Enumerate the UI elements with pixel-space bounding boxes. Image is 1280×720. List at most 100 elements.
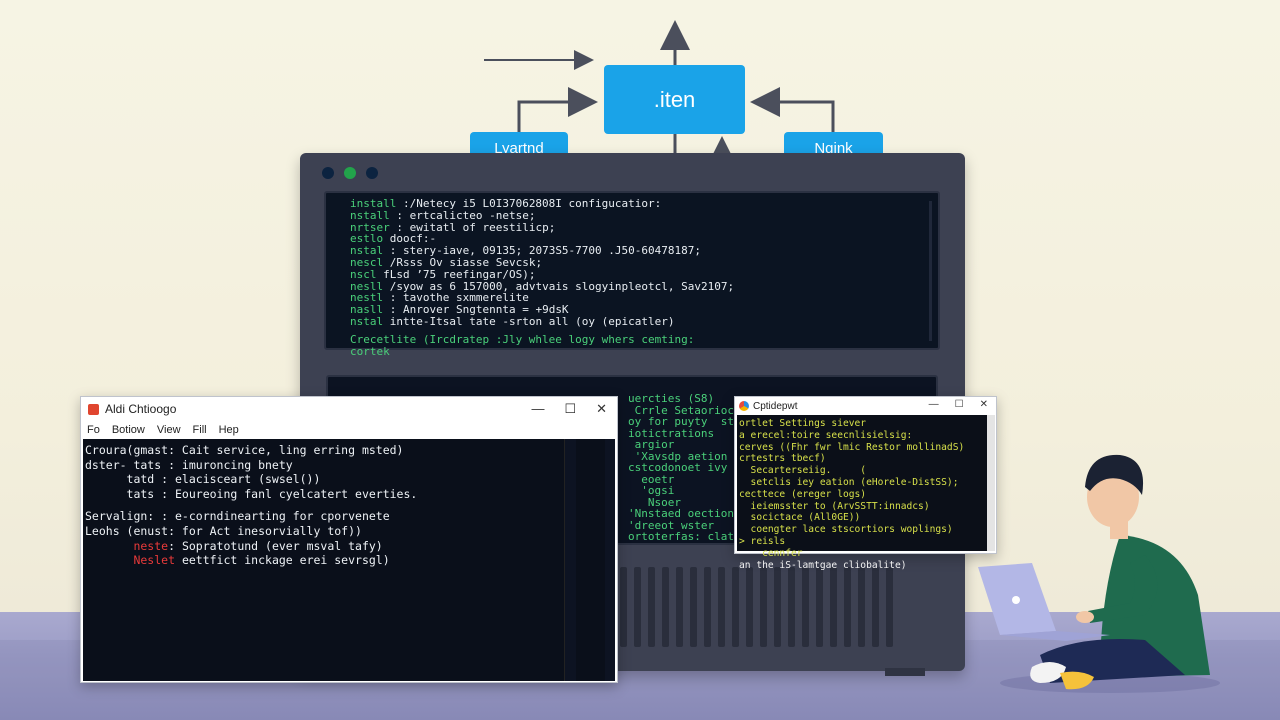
status-light-off [366, 167, 378, 179]
config-line: cennfer [739, 547, 803, 559]
menu-item[interactable]: Fill [193, 424, 207, 436]
vent-slot [718, 567, 725, 647]
terminal-text: Leohs (enust: for Act inesorvially tof)) [85, 523, 362, 538]
config-line: coengter lace stscortiors woplings) [739, 524, 953, 536]
vent-slot [802, 567, 809, 647]
terminal-line: nrtser : ewitatl of reestilicp; [350, 221, 938, 234]
vent-slot [858, 567, 865, 647]
panel-line: uercties (S8) [628, 392, 715, 405]
vent-slot [886, 567, 893, 647]
config-window[interactable]: Cptidepwt — ☐ ✕ ortlet Settings siever a … [734, 396, 997, 571]
terminal-command: nstal [350, 314, 384, 328]
menu-bar: Fo Botiow View Fill Hep [81, 421, 617, 438]
terminal-line: nstal intte-Itsal tate -srton all (oy (e… [350, 316, 938, 328]
terminal-text: dster- tats : imuroncing bnety [85, 457, 293, 472]
terminal-line: Neslet eettfict inckage erei sevrsgl) [85, 553, 615, 568]
config-line: a erecel:toire seecnlisielsig: [739, 429, 913, 441]
terminal-window[interactable]: Aldi Chtioogo — ☐ ✕ Fo Botiow View Fill … [80, 396, 618, 683]
vent-slot [648, 567, 655, 647]
vent-slot [704, 567, 711, 647]
close-icon[interactable]: ✕ [596, 401, 607, 417]
vent-slot [774, 567, 781, 647]
panel-line: 'ogsi [628, 484, 675, 497]
menu-item[interactable]: View [157, 424, 181, 436]
app-icon [88, 403, 99, 415]
terminal-line: Croura(gmast: Cait service, ling erring … [85, 443, 615, 458]
vent-slot [788, 567, 795, 647]
status-light-on [344, 167, 356, 179]
terminal-line: Servalign: : e-corndinearting for cporve… [85, 509, 615, 524]
arrow-left-to-center [517, 87, 598, 132]
vent-slot [634, 567, 641, 647]
error-prefix: Neslet [85, 553, 176, 568]
config-line: Secarterseiig. ( [739, 465, 867, 477]
server-vents [620, 567, 910, 647]
terminal-output: Croura(gmast: Cait service, ling erring … [83, 439, 615, 681]
minimize-icon[interactable]: — [531, 401, 544, 417]
vent-slot [816, 567, 823, 647]
terminal-text: : Sopratotund (ever msval tafy) [168, 538, 383, 553]
window-controls: — ☐ ✕ [929, 399, 988, 410]
menu-item[interactable]: Fo [87, 424, 100, 436]
config-line: an the iS-lamtgae cliobalite) [739, 559, 907, 571]
terminal-line: Leohs (enust: for Act inesorvially tof)) [85, 524, 615, 539]
scrollbar[interactable] [564, 439, 576, 681]
terminal-line: tats : Eoureoing fanl cyelcatert evertie… [85, 487, 615, 502]
config-line: crtestrs tbecf) [739, 453, 826, 465]
vent-slot [746, 567, 753, 647]
arrow-right-to-center [750, 87, 835, 132]
terminal-text: tats : Eoureoing fanl cyelcatert evertie… [85, 486, 418, 501]
scrollbar[interactable] [929, 201, 932, 341]
config-line: setclis iey eation (eHorele-DistSS); [739, 476, 959, 488]
status-lights [322, 167, 378, 179]
status-light-off [322, 167, 334, 179]
terminal-line: dster- tats : imuroncing bnety [85, 458, 615, 473]
error-prefix: neste [85, 538, 169, 553]
terminal-line: neste: Sopratotund (ever msval tafy) [85, 539, 615, 554]
panel-line: 'Nnstaed oection [628, 507, 734, 520]
panel-line: ortoterfas: clat [628, 530, 734, 543]
config-output: ortlet Settings siever a erecel:toire see… [737, 415, 987, 571]
close-icon[interactable]: ✕ [980, 399, 988, 410]
vent-slot [690, 567, 697, 647]
diagram-node-center: .iten [604, 65, 745, 134]
window-titlebar[interactable]: Cptidepwt — ☐ ✕ [735, 397, 996, 415]
panel-line: cstcodonoet ivy [628, 461, 728, 474]
config-line: > reisls [739, 535, 786, 547]
config-line: ieiemsster to (ArvSSTT:innadcs) [739, 500, 930, 512]
terminal-text: tatd : elacisceart (swsel()) [85, 472, 321, 487]
minimize-icon[interactable]: — [929, 399, 939, 410]
config-line: cerves ((Fhr fwr lmic Restor mollinadS) [739, 441, 965, 453]
vent-slot [760, 567, 767, 647]
config-line: socictace (All0GE)) [739, 512, 861, 524]
terminal-text: Servalign: : e-corndinearting for cporve… [85, 509, 390, 524]
window-controls: — ☐ ✕ [531, 401, 607, 417]
maximize-icon[interactable]: ☐ [564, 401, 576, 417]
vent-slot [872, 567, 879, 647]
server-lower-panel-text: uercties (S8) Crrle Setaorioctoa oy for p… [628, 392, 754, 543]
menu-item[interactable]: Hep [219, 424, 239, 436]
vent-slot [676, 567, 683, 647]
vent-slot [662, 567, 669, 647]
vent-slot [830, 567, 837, 647]
panel-line: oy for puyty stal [628, 415, 748, 428]
terminal-line: tatd : elacisceart (swsel()) [85, 472, 615, 487]
terminal-footer-line: cortek [350, 344, 390, 358]
config-line: cecttece (ereger logs) [739, 488, 867, 500]
window-title: Cptidepwt [753, 400, 798, 412]
server-terminal: install :/Netecy i5 L0I37062808I configu… [324, 191, 940, 357]
vent-slot [732, 567, 739, 647]
scrollbar[interactable] [605, 439, 615, 681]
panel-line: argior [628, 438, 675, 451]
server-foot [885, 668, 925, 676]
window-title: Aldi Chtioogo [105, 402, 177, 416]
vent-slot [844, 567, 851, 647]
vent-slot [620, 567, 627, 647]
maximize-icon[interactable]: ☐ [955, 399, 964, 410]
person-with-laptop-illustration [978, 454, 1220, 693]
window-titlebar[interactable]: Aldi Chtioogo — ☐ ✕ [81, 397, 617, 421]
terminal-text: Croura(gmast: Cait service, ling erring … [85, 443, 404, 457]
terminal-text: intte-Itsal tate -srton all (oy (epicatl… [389, 314, 675, 328]
menu-item[interactable]: Botiow [112, 424, 145, 436]
app-icon [739, 401, 749, 411]
